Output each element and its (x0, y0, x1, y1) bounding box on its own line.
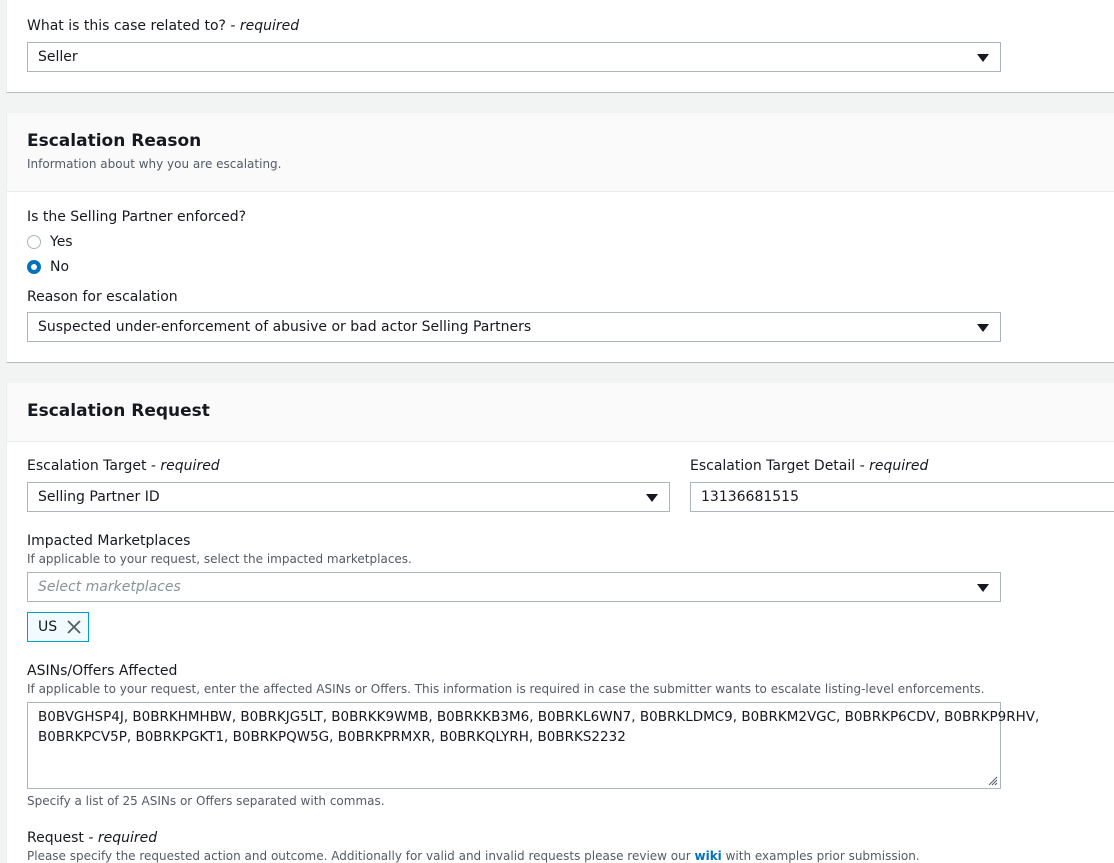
caret-down-icon (977, 54, 989, 62)
enforced-question: Is the Selling Partner enforced? (27, 209, 247, 225)
asins-footer: Specify a list of 25 ASINs or Offers sep… (27, 794, 385, 808)
reason-value: Suspected under-enforcement of abusive o… (38, 319, 532, 335)
marketplaces-label: Impacted Marketplaces (27, 533, 191, 549)
case-related-label: What is this case related to? - required (27, 18, 300, 34)
radio-yes-label[interactable]: Yes (50, 234, 73, 250)
caret-down-icon (977, 584, 989, 592)
escalation-reason-panel: Escalation Reason Information about why … (6, 113, 1114, 363)
caret-down-icon (977, 324, 989, 332)
caret-down-icon (646, 494, 658, 502)
case-related-select[interactable]: Seller (27, 42, 1001, 72)
resize-grip-icon[interactable] (986, 774, 998, 786)
radio-no[interactable] (27, 260, 41, 274)
wiki-link[interactable]: wiki (695, 849, 722, 863)
marketplaces-hint: If applicable to your request, select th… (27, 552, 412, 566)
target-label: Escalation Target - required (27, 458, 220, 474)
escalation-reason-header: Escalation Reason Information about why … (7, 113, 1114, 192)
marketplace-token-us: US (27, 612, 89, 642)
escalation-request-title: Escalation Request (27, 401, 210, 421)
escalation-reason-title: Escalation Reason (27, 131, 202, 151)
request-label: Request - required (27, 830, 158, 846)
asins-line-1: B0BVGHSP4J, B0BRKHMHBW, B0BRKJG5LT, B0BR… (38, 709, 1040, 725)
close-icon[interactable] (67, 620, 81, 634)
asins-textarea[interactable]: B0BVGHSP4J, B0BRKHMHBW, B0BRKJG5LT, B0BR… (27, 702, 1040, 789)
asins-label: ASINs/Offers Affected (27, 663, 178, 679)
asins-line-2: B0BRKPCV5P, B0BRKPGKT1, B0BRKPQW5G, B0BR… (38, 729, 626, 745)
marketplaces-select[interactable]: Select marketplaces (27, 572, 1001, 602)
target-detail-input[interactable]: 13136681515 (690, 482, 1114, 512)
target-value: Selling Partner ID (38, 489, 160, 505)
radio-no-label[interactable]: No (50, 259, 69, 275)
marketplaces-placeholder: Select marketplaces (38, 579, 181, 595)
case-related-value: Seller (38, 49, 78, 65)
case-related-panel: What is this case related to? - required… (6, 0, 1114, 93)
marketplace-token-label: US (38, 619, 58, 635)
escalation-request-panel: Escalation Request Escalation Target - r… (6, 383, 1114, 863)
escalation-request-header: Escalation Request (7, 383, 1114, 442)
request-hint: Please specify the requested action and … (27, 849, 920, 863)
target-detail-value: 13136681515 (701, 489, 799, 505)
target-select[interactable]: Selling Partner ID (27, 482, 670, 512)
reason-label: Reason for escalation (27, 289, 178, 305)
escalation-reason-description: Information about why you are escalating… (27, 157, 282, 171)
target-detail-label: Escalation Target Detail - required (690, 458, 929, 474)
reason-select[interactable]: Suspected under-enforcement of abusive o… (27, 312, 1001, 342)
asins-hint: If applicable to your request, enter the… (27, 682, 985, 696)
radio-yes[interactable] (27, 235, 41, 249)
